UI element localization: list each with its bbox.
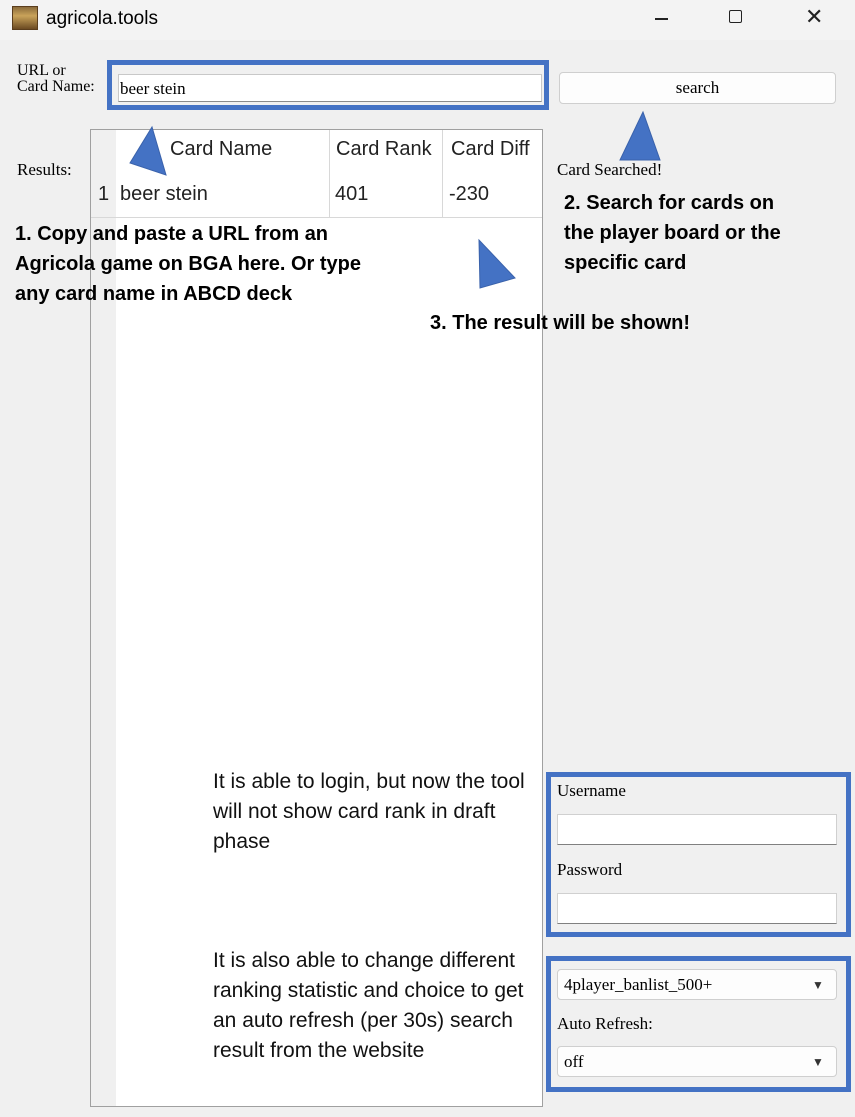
arrow-to-search-button [619, 110, 661, 161]
login-highlight-box [546, 772, 851, 937]
arrow-to-url-input [129, 125, 167, 176]
annotation-ranking-info: It is also able to change different rank… [213, 949, 524, 1062]
annotation-login-info: It is able to login, but now the tool wi… [213, 770, 525, 853]
annotation-step-3: 3. The result will be shown! [430, 312, 691, 334]
annotation-step-2: 2. Search for cards on the player board … [564, 192, 781, 274]
options-highlight-box [546, 956, 851, 1092]
annotation-step-1: 1. Copy and paste a URL from an Agricola… [15, 223, 362, 305]
arrow-to-results [478, 238, 516, 289]
